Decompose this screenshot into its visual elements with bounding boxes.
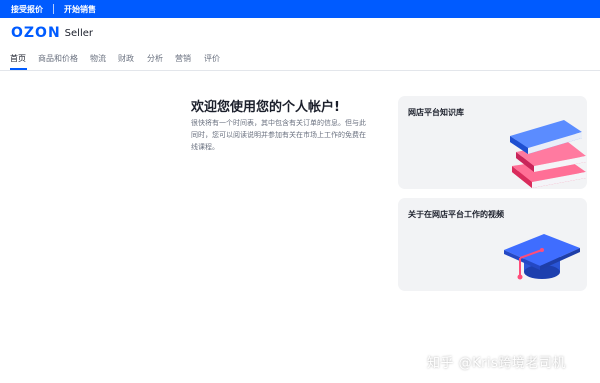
watermark-text: 知乎 @Kris跨境老司机: [427, 356, 566, 371]
top-bar: 接受报价 开始销售: [0, 0, 600, 18]
ozon-seller-logo[interactable]: OZON Seller: [11, 25, 93, 41]
header: OZON Seller: [0, 18, 600, 48]
books-icon: [510, 120, 586, 188]
tab-marketing[interactable]: 营销: [175, 53, 191, 64]
knowledge-base-title: 网店平台知识库: [408, 108, 464, 117]
graduation-cap-icon: [504, 234, 580, 280]
video-card-title: 关于在网店平台工作的视频: [408, 210, 504, 219]
tab-reviews[interactable]: 评价: [204, 53, 220, 64]
tab-products-prices[interactable]: 商品和价格: [38, 53, 78, 64]
start-selling-link[interactable]: 开始销售: [64, 4, 96, 15]
main-nav: 首页 商品和价格 物流 财政 分析 营销 评价: [0, 48, 600, 71]
knowledge-base-card[interactable]: 网店平台知识库: [398, 96, 587, 189]
welcome-description: 很快将有一个时间表，其中包含有关订单的信息。但与此同时，您可以阅读说明并参加有关…: [191, 119, 366, 151]
active-tab-indicator: [10, 68, 27, 70]
topbar-divider: [53, 4, 54, 14]
video-card[interactable]: 关于在网店平台工作的视频: [398, 198, 587, 291]
tab-logistics[interactable]: 物流: [90, 53, 106, 64]
welcome-title: 欢迎您使用您的个人帐户!: [191, 100, 340, 115]
tab-analytics[interactable]: 分析: [147, 53, 163, 64]
logo-product: Seller: [64, 28, 93, 39]
accept-offer-link[interactable]: 接受报价: [11, 4, 43, 15]
tab-finance[interactable]: 财政: [118, 53, 134, 64]
tab-home[interactable]: 首页: [10, 53, 26, 64]
logo-brand: OZON: [11, 25, 61, 41]
